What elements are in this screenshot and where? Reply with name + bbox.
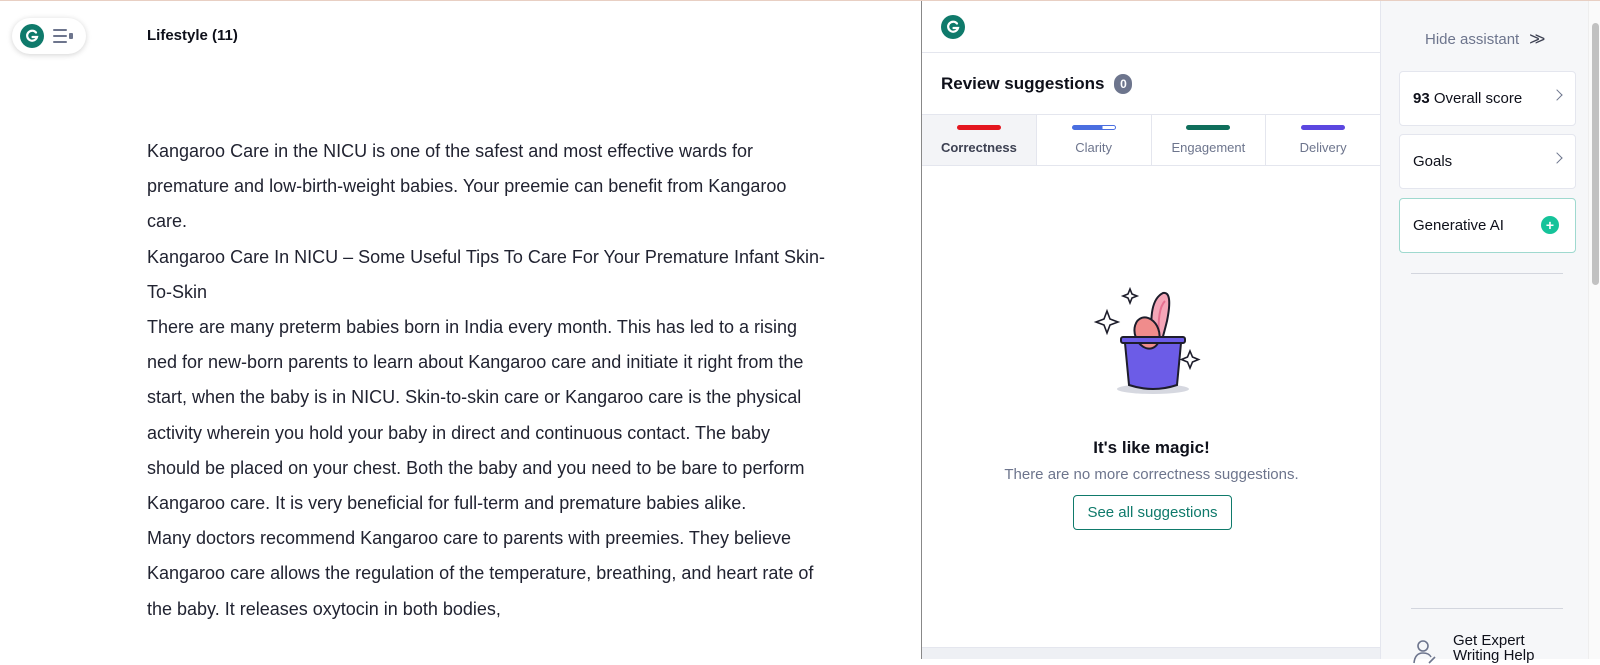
tab-clarity[interactable]: Clarity: [1037, 115, 1152, 165]
grammarly-menu-button[interactable]: [12, 18, 86, 54]
double-chevron-right-icon: >>: [1529, 29, 1545, 49]
tab-label: Engagement: [1171, 140, 1246, 155]
goals-card[interactable]: Goals: [1399, 134, 1576, 189]
overall-score-label: Overall score: [1433, 90, 1523, 107]
tab-label: Clarity: [1075, 140, 1113, 155]
tab-color-bar: [956, 125, 1001, 130]
hide-assistant-button[interactable]: Hide assistant >>: [1425, 29, 1545, 50]
chevron-right-icon: [1551, 152, 1563, 164]
suggestion-count-badge: 0: [1114, 73, 1133, 94]
generative-ai-label: Generative AI: [1413, 217, 1504, 234]
hide-assistant-label: Hide assistant: [1425, 31, 1520, 48]
overall-score-card[interactable]: 93 Overall score: [1399, 71, 1576, 126]
grammarly-logo-icon: [20, 24, 44, 48]
magic-hat-icon: [1093, 286, 1201, 394]
expert-person-icon: [1413, 640, 1436, 664]
document-body[interactable]: Kangaroo Care in the NICU is one of the …: [147, 134, 827, 627]
see-all-suggestions-button[interactable]: See all suggestions: [1073, 495, 1232, 530]
grammarly-logo-icon: [941, 14, 965, 39]
panel-header: [922, 1, 1380, 53]
tab-label: Delivery: [1299, 140, 1347, 155]
tab-color-bar: [1301, 125, 1346, 130]
sidebar-divider: [1411, 273, 1563, 274]
tab-delivery[interactable]: Delivery: [1266, 115, 1380, 165]
chevron-right-icon: [1551, 89, 1563, 101]
goals-label: Goals: [1413, 153, 1453, 170]
magic-hat-illustration: [922, 281, 1381, 406]
review-panel: Review suggestions 0 Correctness Clarity…: [921, 1, 1381, 659]
tab-color-bar: [1186, 125, 1231, 130]
review-header: Review suggestions 0: [922, 53, 1380, 115]
lightbulb-plus-icon: +: [1541, 216, 1559, 234]
category-tabs: Correctness Clarity Engagement Delivery: [922, 115, 1380, 166]
expert-line-1: Get Expert: [1453, 632, 1525, 649]
paragraph[interactable]: Kangaroo Care In NICU – Some Useful Tips…: [147, 240, 827, 310]
expert-line-2: Writing Help: [1453, 647, 1535, 664]
tab-color-bar: [1071, 125, 1116, 130]
menu-icon: [53, 29, 73, 43]
tab-engagement[interactable]: Engagement: [1152, 115, 1267, 165]
tab-correctness[interactable]: Correctness: [922, 115, 1037, 165]
assistant-sidebar: Hide assistant >> 93 Overall score Goals…: [1380, 1, 1588, 664]
page-scrollbar[interactable]: [1588, 1, 1600, 659]
paragraph[interactable]: There are many preterm babies born in In…: [147, 310, 827, 521]
sidebar-divider: [1411, 608, 1563, 609]
scrollbar-thumb[interactable]: [1592, 23, 1599, 285]
paragraph[interactable]: Many doctors recommend Kangaroo care to …: [147, 521, 827, 627]
empty-state-title: It's like magic!: [1093, 438, 1210, 457]
overall-score-value: 93: [1413, 90, 1430, 107]
document-editor[interactable]: Lifestyle (11) Kangaroo Care in the NICU…: [0, 1, 921, 659]
generative-ai-card[interactable]: Generative AI +: [1399, 198, 1576, 253]
tab-label: Correctness: [940, 140, 1017, 155]
panel-footer: [922, 647, 1381, 659]
paragraph[interactable]: Kangaroo Care in the NICU is one of the …: [147, 134, 827, 240]
review-title: Review suggestions: [941, 73, 1105, 93]
expert-writing-help-button[interactable]: Get Expert Writing Help: [1411, 633, 1534, 665]
document-title: Lifestyle (11): [147, 27, 238, 44]
empty-state-subtitle: There are no more correctness suggestion…: [1004, 466, 1299, 483]
